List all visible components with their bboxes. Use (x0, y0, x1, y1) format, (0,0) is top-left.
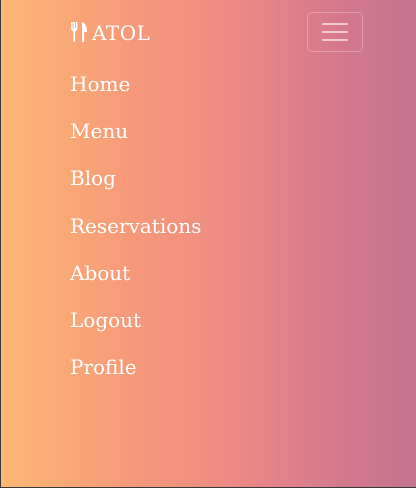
nav-link-about[interactable]: About (70, 261, 130, 285)
fork-knife-icon (70, 21, 90, 43)
nav-link-home[interactable]: Home (70, 72, 130, 96)
navbar-collapsed-view: ATOL Home Menu Blog Reservations About L… (0, 0, 416, 488)
nav-item-logout: Logout (70, 296, 201, 343)
nav-link-menu[interactable]: Menu (70, 119, 128, 143)
nav-item-profile: Profile (70, 344, 201, 391)
nav-link-logout[interactable]: Logout (70, 308, 141, 332)
brand-link[interactable]: ATOL (70, 20, 150, 44)
nav-menu: Home Menu Blog Reservations About Logout… (70, 60, 201, 391)
navbar-toggle-button[interactable] (307, 12, 363, 52)
nav-item-blog: Blog (70, 155, 201, 202)
nav-item-home: Home (70, 60, 201, 107)
nav-link-profile[interactable]: Profile (70, 355, 137, 379)
nav-link-blog[interactable]: Blog (70, 166, 116, 190)
nav-item-menu: Menu (70, 107, 201, 154)
brand-name: ATOL (92, 21, 151, 45)
nav-item-reservations: Reservations (70, 202, 201, 249)
nav-link-reservations[interactable]: Reservations (70, 214, 201, 238)
hamburger-menu-icon (322, 22, 348, 42)
nav-item-about: About (70, 249, 201, 296)
